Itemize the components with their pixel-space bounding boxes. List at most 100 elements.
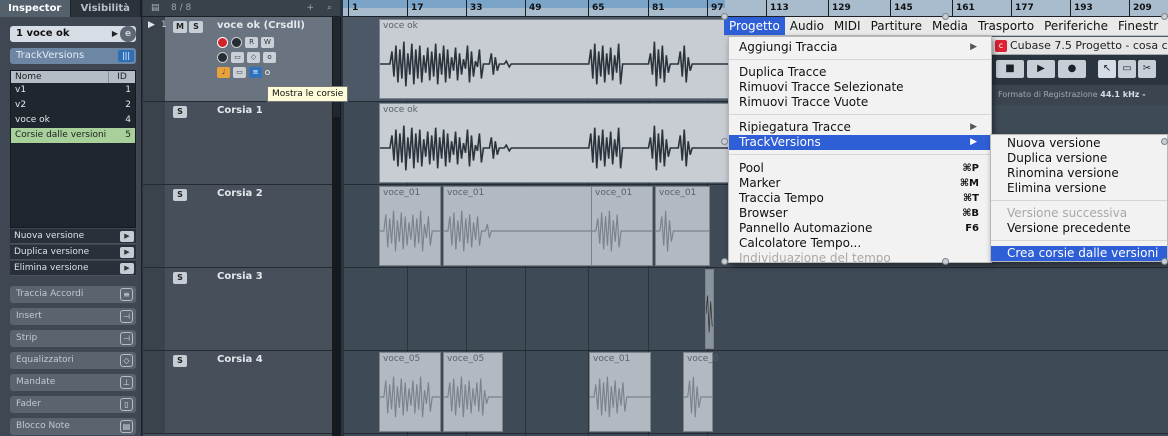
play-button[interactable]: ▶ — [1027, 60, 1055, 78]
menu-trasporto[interactable]: Trasporto — [973, 17, 1039, 35]
menu-item-tempo-track[interactable]: Traccia Tempo ⌘T — [729, 191, 991, 206]
section-notepad[interactable]: Blocco Note ▤ — [10, 418, 136, 435]
section-strip[interactable]: Strip ⊣ — [10, 330, 136, 347]
track-selector[interactable]: 1 voce ok ▶ e — [10, 26, 136, 42]
range-tool-icon[interactable]: ▭ — [1118, 60, 1136, 78]
record-enable-button[interactable] — [217, 37, 228, 48]
audio-event[interactable]: voce_01 — [443, 186, 593, 266]
scrollbar-thumb[interactable] — [333, 17, 340, 117]
add-track-icon[interactable]: + — [306, 0, 314, 17]
submenu-item-duplicate-version[interactable]: Duplica versione — [991, 151, 1167, 166]
menu-item-add-track[interactable]: Aggiungi Traccia ▶ — [729, 40, 991, 55]
menu-item-browser[interactable]: Browser ⌘B — [729, 206, 991, 221]
expand-arrow-icon[interactable]: ▶ — [148, 20, 155, 30]
record-button[interactable]: ● — [1058, 60, 1086, 78]
menu-midi[interactable]: MIDI — [829, 17, 866, 35]
section-chord-track[interactable]: Traccia Accordi ≡ — [10, 286, 136, 303]
menu-progetto[interactable]: Progetto — [724, 17, 785, 35]
section-fader[interactable]: Fader ▯ — [10, 396, 136, 413]
selection-handle[interactable] — [942, 258, 949, 265]
tab-inspector[interactable]: Inspector — [0, 0, 71, 17]
version-row-selected[interactable]: Corsie dalle versioni 5 — [11, 128, 135, 143]
audio-event[interactable]: voce_05 — [443, 352, 503, 432]
audio-event[interactable] — [705, 269, 714, 349]
menu-item-duplicate-tracks[interactable]: Duplica Tracce — [729, 65, 991, 80]
lanes-icon[interactable]: o — [263, 52, 276, 63]
lane-track-corsia-4[interactable]: S Corsia 4 — [143, 351, 332, 434]
split-tool-icon[interactable]: ✂ — [1138, 60, 1156, 78]
freeze-icon[interactable]: ▭ — [231, 52, 244, 63]
project-window-title[interactable]: c Cubase 7.5 Progetto - cosa ce — [992, 37, 1168, 55]
audio-event[interactable]: voce ok — [379, 103, 729, 183]
submenu-item-new-version[interactable]: Nuova versione — [991, 136, 1167, 151]
delete-version-command[interactable]: Elimina versione ▶ — [10, 261, 136, 276]
trackversions-section-header[interactable]: TrackVersions ||| — [10, 48, 136, 64]
timebase-icon[interactable]: ♩ — [217, 67, 230, 78]
menu-item-remove-empty-tracks[interactable]: Rimuovi Tracce Vuote — [729, 95, 991, 110]
section-insert[interactable]: Insert ⊣ — [10, 308, 136, 325]
submenu-item-rename-version[interactable]: Rinomina versione — [991, 166, 1167, 181]
monitor-button[interactable] — [231, 37, 242, 48]
audio-event[interactable]: voce_0 — [683, 352, 719, 432]
solo-button[interactable]: S — [173, 189, 187, 201]
audio-event[interactable]: voce_01 — [591, 186, 653, 266]
lane-track-corsia-1[interactable]: S Corsia 1 — [143, 102, 332, 185]
write-automation-button[interactable]: W — [261, 37, 274, 48]
selection-handle[interactable] — [1161, 13, 1168, 20]
submenu-item-delete-version[interactable]: Elimina versione — [991, 181, 1167, 196]
show-lanes-button[interactable]: ≡ — [249, 67, 262, 78]
audio-event[interactable]: voce ok — [379, 19, 729, 99]
menu-item-automation-panel[interactable]: Pannello Automazione F6 — [729, 221, 991, 236]
edit-icon[interactable]: e — [120, 26, 136, 42]
record-format-bar[interactable]: Formato di Registrazione 44.1 kHz - — [992, 85, 1168, 105]
lane-track-corsia-2[interactable]: S Corsia 2 — [143, 185, 332, 268]
audio-event[interactable]: voce_01 — [379, 186, 441, 266]
menu-media[interactable]: Media — [927, 17, 973, 35]
solo-button[interactable]: S — [173, 272, 187, 284]
section-sends[interactable]: Mandate ⊥ — [10, 374, 136, 391]
ruler[interactable]: 1 17 33 49 65 81 97 113 129 145 161 177 … — [343, 0, 1168, 17]
folder-icon[interactable]: ▭ — [233, 67, 246, 78]
arrow-right-icon[interactable]: ▶ — [120, 231, 134, 242]
track-list-icon[interactable]: ▤ — [151, 0, 160, 17]
menu-item-pool[interactable]: Pool ⌘P — [729, 161, 991, 176]
selection-handle[interactable] — [721, 138, 728, 145]
version-row[interactable]: voce ok 4 — [11, 113, 135, 128]
selection-handle[interactable] — [1161, 138, 1168, 145]
new-version-command[interactable]: Nuova versione ▶ — [10, 229, 136, 244]
lane-track-corsia-3[interactable]: S Corsia 3 — [143, 268, 332, 351]
menu-item-trackversions[interactable]: TrackVersions ▶ — [729, 135, 991, 150]
tracklist-scrollbar[interactable] — [332, 17, 341, 436]
edit-channel-icon[interactable] — [217, 52, 228, 63]
submenu-item-previous-version[interactable]: Versione precedente — [991, 221, 1167, 236]
version-row[interactable]: v2 2 — [11, 98, 135, 113]
selection-handle[interactable] — [721, 13, 728, 20]
menu-partiture[interactable]: Partiture — [866, 17, 927, 35]
submenu-item-create-lanes-from-versions[interactable]: Crea corsie dalle versioni — [991, 246, 1167, 261]
solo-button[interactable]: S — [189, 21, 203, 33]
version-row[interactable]: v1 1 — [11, 83, 135, 98]
menu-item-tempo-calculator[interactable]: Calcolatore Tempo... — [729, 236, 991, 251]
menu-item-track-folding[interactable]: Ripiegatura Tracce ▶ — [729, 120, 991, 135]
solo-button[interactable]: S — [173, 355, 187, 367]
selection-handle[interactable] — [942, 13, 949, 20]
read-automation-button[interactable]: R — [245, 37, 258, 48]
arrow-right-icon[interactable]: ▶ — [120, 263, 134, 274]
stop-button[interactable]: ■ — [996, 60, 1024, 78]
tab-visibility[interactable]: Visibilità — [71, 0, 141, 17]
audio-event[interactable]: voce_01 — [655, 186, 710, 266]
search-icon[interactable]: ⌕ — [327, 0, 332, 17]
menu-audio[interactable]: Audio — [785, 17, 829, 35]
mute-button[interactable]: M — [173, 21, 187, 33]
menu-item-remove-selected-tracks[interactable]: Rimuovi Tracce Selezionate — [729, 80, 991, 95]
arrow-right-icon[interactable]: ▶ — [120, 247, 134, 258]
pointer-tool-icon[interactable]: ↖ — [1098, 60, 1116, 78]
section-equalizers[interactable]: Equalizzatori ◇ — [10, 352, 136, 369]
selection-handle[interactable] — [1161, 258, 1168, 265]
trackversions-icon[interactable]: ||| — [118, 50, 134, 62]
menu-item-marker[interactable]: Marker ⌘M — [729, 176, 991, 191]
menu-periferiche[interactable]: Periferiche — [1039, 17, 1113, 35]
audio-event[interactable]: voce_01 — [589, 352, 651, 432]
selection-handle[interactable] — [721, 258, 728, 265]
solo-button[interactable]: S — [173, 106, 187, 118]
